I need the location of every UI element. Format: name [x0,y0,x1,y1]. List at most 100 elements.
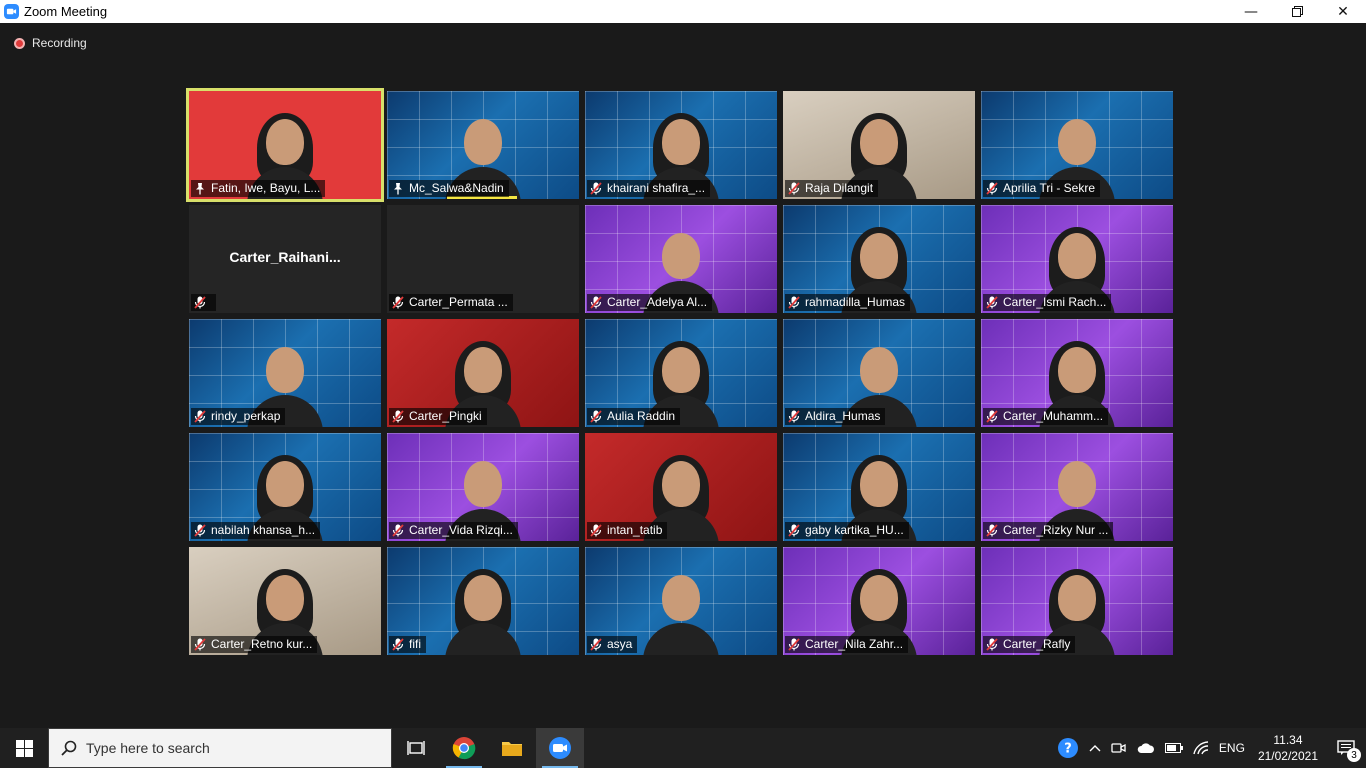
participant-name: Carter_Rizky Nur ... [1003,523,1109,537]
participant-tile[interactable]: asya [585,547,777,655]
meet-now-icon[interactable] [1106,728,1132,768]
participant-name: asya [607,637,633,651]
pin-icon [194,182,206,195]
participant-tile[interactable]: rahmadilla_Humas [783,205,975,313]
mic-muted-icon [788,296,800,309]
recording-label: Recording [32,36,87,50]
chrome-icon[interactable] [440,728,488,768]
participant-name-label: Aprilia Tri - Sekre [983,180,1101,197]
search-placeholder: Type here to search [86,740,210,756]
participant-tile[interactable]: Carter_Nila Zahr... [783,547,975,655]
participant-tile[interactable]: Carter_Raihani... [189,205,381,313]
participant-name: Aulia Raddin [607,409,676,423]
participant-name: nabilah khansa_h... [211,523,316,537]
participant-name-label: Carter_Retno kur... [191,636,318,653]
notification-center-icon[interactable]: 3 [1326,728,1366,768]
participant-tile[interactable]: intan_tatib [585,433,777,541]
participant-tile[interactable]: fifi [387,547,579,655]
participant-tile[interactable]: Aulia Raddin [585,319,777,427]
mic-muted-icon [194,410,206,423]
participant-name: Carter_Muhamm... [1003,409,1104,423]
mic-muted-icon [986,410,998,423]
participant-name: Carter_Ismi Rach... [1003,295,1107,309]
participant-tile[interactable]: Carter_Rafly [981,547,1173,655]
mic-muted-icon [788,410,800,423]
participant-name: Raja Dilangit [805,181,874,195]
participant-tile[interactable]: Fatin, Iwe, Bayu, L... [186,88,384,202]
participant-tile[interactable]: Carter_Adelya Al... [585,205,777,313]
restore-icon[interactable] [1274,0,1320,23]
participant-name-label: Carter_Adelya Al... [587,294,713,311]
participant-name: intan_tatib [607,523,663,537]
input-language[interactable]: ENG [1214,728,1250,768]
participant-name: Carter_Pingki [409,409,482,423]
participant-tile[interactable]: Mc_Salwa&Nadin [387,91,579,199]
participant-tile[interactable]: gaby kartika_HU... [783,433,975,541]
mic-muted-icon [392,638,404,651]
participant-tile[interactable]: Aprilia Tri - Sekre [981,91,1173,199]
mic-muted-icon [986,524,998,537]
pin-icon [392,182,404,195]
task-view-icon[interactable] [392,728,440,768]
window-title: Zoom Meeting [24,4,108,19]
help-icon[interactable]: ? [1052,728,1084,768]
close-icon[interactable]: ✕ [1320,0,1366,23]
participant-tile[interactable]: Carter_Muhamm... [981,319,1173,427]
participant-tile[interactable]: Carter_Vida Rizqi... [387,433,579,541]
participant-video [445,569,521,655]
participant-name: Aprilia Tri - Sekre [1003,181,1096,195]
participant-name: Aldira_Humas [805,409,881,423]
wifi-icon[interactable] [1188,728,1214,768]
participant-tile[interactable]: Carter_Rizky Nur ... [981,433,1173,541]
mic-muted-icon [986,638,998,651]
participant-video [643,569,719,655]
participant-tile[interactable]: Carter_Permata ... [387,205,579,313]
participant-name-label: Carter_Muhamm... [983,408,1109,425]
notification-count-badge: 3 [1347,748,1361,762]
participant-name: Carter_Vida Rizqi... [409,523,513,537]
clock-time: 11.34 [1273,733,1303,747]
participant-tile[interactable]: Aldira_Humas [783,319,975,427]
participant-name-label: Carter_Nila Zahr... [785,636,909,653]
svg-text:?: ? [1064,742,1072,757]
participant-name-label: Carter_Pingki [389,408,487,425]
participant-name-label: fifi [389,636,426,653]
participant-name-label: Carter_Ismi Rach... [983,294,1112,311]
zoom-icon[interactable] [536,728,584,768]
participant-name-label: intan_tatib [587,522,668,539]
mic-muted-icon [392,410,404,423]
window-titlebar: Zoom Meeting — ✕ [0,0,1366,23]
participant-center-name: Carter_Raihani... [229,249,341,265]
chevron-up-icon[interactable] [1084,728,1106,768]
participant-name-label: khairani shafira_... [587,180,711,197]
participant-tile[interactable]: Raja Dilangit [783,91,975,199]
battery-icon[interactable] [1160,728,1188,768]
participant-name-label: gaby kartika_HU... [785,522,909,539]
onedrive-icon[interactable] [1132,728,1160,768]
zoom-app-icon [4,4,19,19]
participant-name-label: Aldira_Humas [785,408,886,425]
participant-tile[interactable]: Carter_Retno kur... [189,547,381,655]
participant-name-label: Carter_Permata ... [389,294,513,311]
participant-tile[interactable]: rindy_perkap [189,319,381,427]
participant-name: Carter_Retno kur... [211,637,313,651]
mic-muted-icon [986,182,998,195]
participant-name: Carter_Nila Zahr... [805,637,904,651]
participant-name-label: Mc_Salwa&Nadin [389,180,509,197]
participant-tile[interactable]: Carter_Ismi Rach... [981,205,1173,313]
participant-tile[interactable]: nabilah khansa_h... [189,433,381,541]
minimize-icon[interactable]: — [1228,0,1274,23]
participant-tile[interactable]: Carter_Pingki [387,319,579,427]
participant-name: Mc_Salwa&Nadin [409,181,504,195]
mic-muted-icon [590,410,602,423]
mic-muted-icon [392,296,404,309]
taskbar-search-box[interactable]: Type here to search [48,728,392,768]
participant-name-label: Aulia Raddin [587,408,681,425]
windows-taskbar: Type here to search ? ENG 11.34 21/02/20… [0,728,1366,768]
recording-indicator[interactable]: Recording [14,36,87,50]
clock[interactable]: 11.34 21/02/2021 [1250,728,1326,768]
participant-tile[interactable]: khairani shafira_... [585,91,777,199]
participant-name-label: Raja Dilangit [785,180,879,197]
windows-start-icon[interactable] [0,728,48,768]
file-explorer-icon[interactable] [488,728,536,768]
